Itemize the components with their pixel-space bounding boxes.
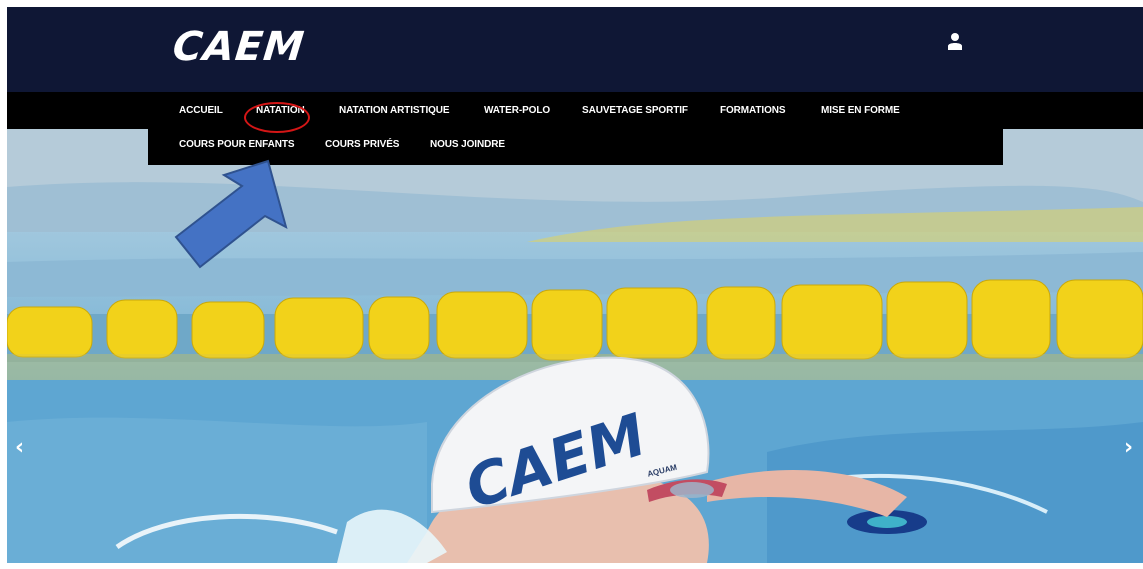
nav-item-accueil[interactable]: ACCUEIL — [179, 105, 223, 116]
nav-item-sauvetage-sportif[interactable]: SAUVETAGE SPORTIF — [582, 105, 688, 116]
nav-item-cours-enfants[interactable]: COURS POUR ENFANTS — [179, 139, 295, 150]
user-icon[interactable] — [947, 32, 963, 50]
chevron-right-icon[interactable]: › — [1124, 437, 1133, 459]
nav-item-natation-artistique[interactable]: NATATION ARTISTIQUE — [339, 105, 450, 116]
pointer-arrow-icon — [174, 159, 288, 269]
nav-item-water-polo[interactable]: WATER-POLO — [484, 105, 550, 116]
nav-item-mise-en-forme[interactable]: MISE EN FORME — [821, 105, 900, 116]
highlight-circle — [244, 102, 310, 133]
nav-item-nous-joindre[interactable]: NOUS JOINDRE — [430, 139, 505, 150]
chevron-left-icon[interactable]: ‹ — [15, 437, 24, 459]
browser-viewport: CAEM AQUAM CAEM ACCUEIL NATATION NATATIO… — [7, 7, 1143, 563]
site-logo[interactable]: CAEM — [170, 23, 307, 71]
nav-item-formations[interactable]: FORMATIONS — [720, 105, 786, 116]
nav-item-cours-prives[interactable]: COURS PRIVÉS — [325, 139, 399, 150]
site-header: CAEM — [7, 7, 1143, 92]
